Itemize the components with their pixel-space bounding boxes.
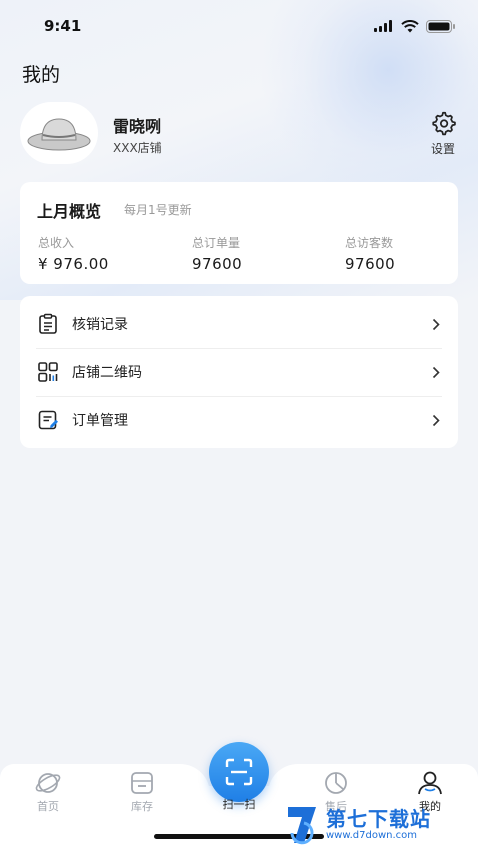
avatar[interactable] xyxy=(20,102,98,164)
stat-orders: 总订单量 97600 xyxy=(192,234,242,273)
watermark-url: www.d7down.com xyxy=(326,830,418,841)
menu-item-label: 店铺二维码 xyxy=(72,365,142,381)
menu-item-label: 订单管理 xyxy=(72,413,128,429)
watermark-logo-icon xyxy=(288,807,316,845)
tab-inventory[interactable]: 库存 xyxy=(112,770,172,814)
watermark-title: 第七下载站 xyxy=(326,807,431,831)
status-time: 9:41 xyxy=(44,17,82,35)
menu-card: 核销记录 店铺二维码 订单管理 xyxy=(20,296,458,448)
page-title: 我的 xyxy=(22,64,61,86)
overview-title: 上月概览 xyxy=(37,202,102,221)
settings-label: 设置 xyxy=(430,142,455,156)
scan-label: 扫一扫 xyxy=(222,798,256,811)
stat-value: ¥ 976.00 xyxy=(38,255,109,273)
clipboard-list-icon xyxy=(36,312,60,336)
store-name: XXX店铺 xyxy=(113,141,162,155)
clock-pie-icon xyxy=(325,772,347,794)
tab-label: 库存 xyxy=(131,800,153,813)
planet-icon xyxy=(35,773,61,793)
stat-value: 97600 xyxy=(192,255,243,273)
status-bar: 9:41 xyxy=(0,0,478,52)
status-icons xyxy=(374,19,456,33)
signal-icon xyxy=(374,20,392,32)
menu-item-verification-records[interactable]: 核销记录 xyxy=(20,300,458,348)
chevron-right-icon xyxy=(430,316,442,332)
scan-button[interactable] xyxy=(209,742,269,802)
user-name: 雷晓咧 xyxy=(113,117,162,136)
user-icon xyxy=(418,771,442,795)
stat-visitors: 总访客数 97600 xyxy=(345,234,395,273)
tab-home[interactable]: 首页 xyxy=(18,770,78,814)
stat-label: 总订单量 xyxy=(192,236,241,250)
hat-avatar-icon xyxy=(27,118,91,151)
order-edit-icon xyxy=(36,408,60,432)
menu-item-order-management[interactable]: 订单管理 xyxy=(20,396,458,444)
stat-label: 总收入 xyxy=(38,236,75,250)
menu-item-store-qrcode[interactable]: 店铺二维码 xyxy=(20,348,458,396)
chevron-right-icon xyxy=(430,364,442,380)
watermark: 第七下载站 www.d7down.com xyxy=(282,800,478,850)
qr-code-icon xyxy=(36,360,60,384)
gear-icon xyxy=(432,111,456,136)
inventory-box-icon xyxy=(131,772,153,794)
battery-icon xyxy=(426,19,455,33)
chevron-right-icon xyxy=(430,412,442,428)
stat-value: 97600 xyxy=(345,255,396,273)
settings-button[interactable]: 设置 xyxy=(422,110,464,160)
overview-subtitle: 每月1号更新 xyxy=(124,203,192,217)
scan-icon xyxy=(225,758,253,786)
tab-label: 首页 xyxy=(37,800,59,813)
stat-label: 总访客数 xyxy=(345,236,394,250)
wifi-icon xyxy=(401,19,419,32)
stat-revenue: 总收入 ¥ 976.00 xyxy=(38,234,109,273)
overview-card: 上月概览 每月1号更新 总收入 ¥ 976.00 总订单量 97600 总访客数… xyxy=(20,182,458,284)
menu-item-label: 核销记录 xyxy=(72,317,128,333)
